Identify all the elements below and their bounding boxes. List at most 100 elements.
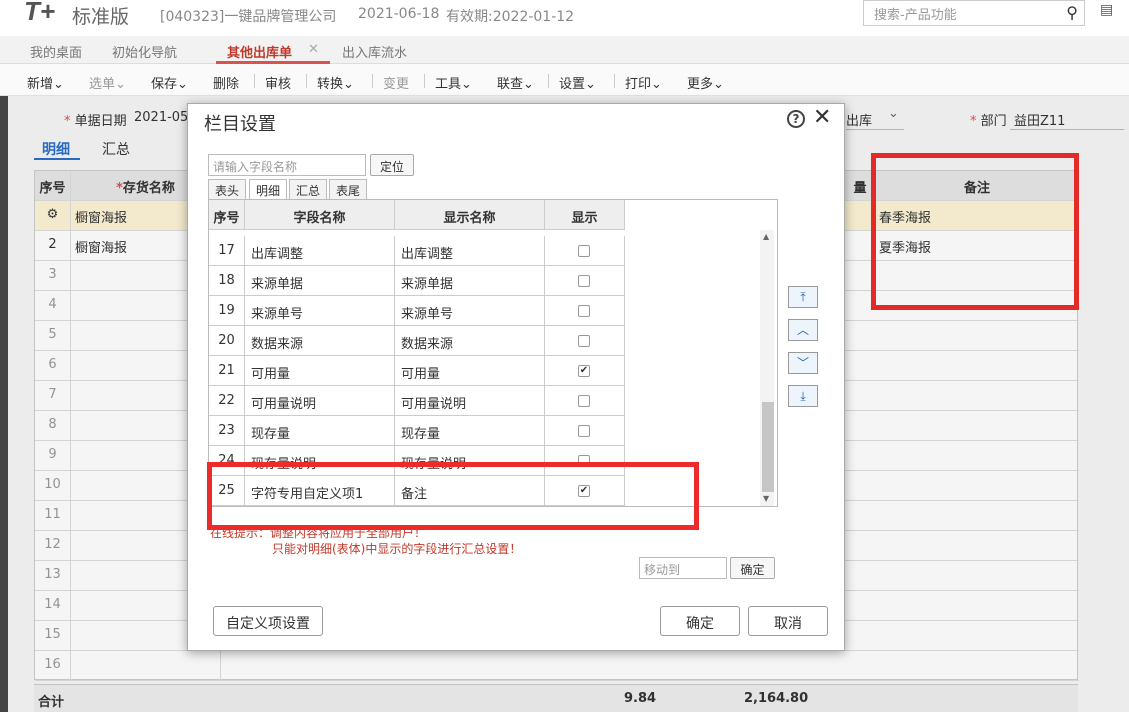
col-show: 显示 [545, 200, 625, 230]
row-field-name: 来源单号 [245, 296, 395, 326]
row-field-name: 来源单据 [245, 266, 395, 296]
row-seq: 18 [209, 266, 245, 296]
col-field-name: 字段名称 [245, 200, 395, 230]
field-table-scrollbar[interactable]: ▲ ▼ [760, 230, 774, 506]
tab-footer[interactable]: 表尾 [329, 179, 368, 199]
login-date: 2021-06-18 [358, 6, 440, 22]
change-button[interactable]: 变更 [383, 73, 409, 92]
field-row[interactable]: 23 现存量 现存量 [209, 416, 625, 446]
field-row[interactable]: 20 数据来源 数据来源 [209, 326, 625, 356]
row-field-name: 可用量 [245, 356, 395, 386]
new-button[interactable]: 新增⌄ [27, 73, 64, 92]
column-settings-dialog: 栏目设置 ? ✕ 请输入字段名称 定位 表头 明细 汇总 表尾 序号 字段名称 … [187, 103, 845, 651]
more-button[interactable]: 更多⌄ [687, 73, 724, 92]
highlight-box-row25 [207, 462, 699, 530]
row-show-cell [545, 386, 625, 416]
dialog-title: 栏目设置 [204, 114, 276, 135]
checkbox-unchecked[interactable] [578, 245, 590, 257]
row-display-name: 来源单号 [395, 296, 545, 326]
scrollbar-thumb[interactable] [762, 402, 774, 492]
checkbox-checked[interactable]: ✔ [578, 365, 590, 377]
close-icon[interactable]: ✕ [813, 105, 831, 130]
search-icon[interactable]: ⚲ [1066, 3, 1078, 22]
row-display-name: 出库调整 [395, 236, 545, 266]
checkbox-unchecked[interactable] [578, 305, 590, 317]
ok-button[interactable]: 确定 [660, 606, 740, 636]
field-table: 序号 字段名称 显示名称 显示 17 出库调整 出库调整 18 来源单据 来源单据 19 来源… [208, 199, 778, 507]
logo-text: 标准版 [72, 6, 130, 28]
tools-button[interactable]: 工具⌄ [435, 73, 472, 92]
left-edge [0, 96, 8, 712]
row-seq: 22 [209, 386, 245, 416]
move-to-confirm-button[interactable]: 确定 [730, 557, 775, 579]
toolbar: 新增⌄ 选单⌄ 保存⌄ 删除 审核 转换⌄ 变更 工具⌄ 联查⌄ 设置⌄ 打印⌄… [0, 64, 1129, 96]
tab-desktop[interactable]: 我的桌面 [30, 42, 82, 61]
checkbox-unchecked[interactable] [578, 275, 590, 287]
cancel-button[interactable]: 取消 [748, 606, 828, 636]
checkbox-unchecked[interactable] [578, 425, 590, 437]
field-row[interactable]: 18 来源单据 来源单据 [209, 266, 625, 296]
row-field-name: 可用量说明 [245, 386, 395, 416]
company-name: [040323]一键品牌管理公司 [160, 9, 337, 25]
row-show-cell: ✔ [545, 356, 625, 386]
tab-inout-flow[interactable]: 出入库流水 [342, 42, 407, 61]
locate-button[interactable]: 定位 [370, 154, 414, 176]
row-field-name: 数据来源 [245, 326, 395, 356]
search-box[interactable]: 搜索-产品功能 ⚲ [863, 0, 1085, 26]
search-placeholder: 搜索-产品功能 [874, 8, 957, 23]
select-doc-button[interactable]: 选单⌄ [89, 73, 126, 92]
logo: T+ [24, 0, 56, 26]
settings-button[interactable]: 设置⌄ [559, 73, 596, 92]
validity-date: 有效期:2022-01-12 [446, 9, 575, 25]
row-show-cell [545, 326, 625, 356]
move-down-icon[interactable]: ﹀ [788, 352, 818, 374]
field-row[interactable]: 21 可用量 可用量 ✔ [209, 356, 625, 386]
floppy-icon[interactable]: ▤ [1100, 2, 1113, 18]
row-display-name: 来源单据 [395, 266, 545, 296]
row-seq: 19 [209, 296, 245, 326]
row-field-name: 现存量 [245, 416, 395, 446]
convert-button[interactable]: 转换⌄ [317, 73, 354, 92]
move-to-input[interactable]: 移动到 [639, 557, 727, 579]
checkbox-unchecked[interactable] [578, 335, 590, 347]
close-icon[interactable]: ✕ [308, 42, 319, 57]
row-display-name: 可用量 [395, 356, 545, 386]
row-seq: 20 [209, 326, 245, 356]
hint-summary: 只能对明细(表体)中显示的字段进行汇总设置！ [272, 542, 522, 556]
audit-button[interactable]: 审核 [265, 73, 291, 92]
move-bottom-icon[interactable]: ⤓ [788, 385, 818, 407]
help-icon[interactable]: ? [787, 110, 805, 128]
row-display-name: 数据来源 [395, 326, 545, 356]
row-display-name: 可用量说明 [395, 386, 545, 416]
row-show-cell [545, 296, 625, 326]
row-show-cell [545, 416, 625, 446]
field-row[interactable]: 17 出库调整 出库调整 [209, 236, 625, 266]
row-display-name: 现存量 [395, 416, 545, 446]
field-row[interactable]: 19 来源单号 来源单号 [209, 296, 625, 326]
tab-header[interactable]: 表头 [208, 179, 247, 199]
move-up-icon[interactable]: ︿ [788, 319, 818, 341]
row-field-name: 出库调整 [245, 236, 395, 266]
field-search-input[interactable]: 请输入字段名称 [208, 154, 366, 176]
move-top-icon[interactable]: ⤒ [788, 286, 818, 308]
save-button[interactable]: 保存⌄ [151, 73, 188, 92]
tab-summary[interactable]: 汇总 [289, 179, 328, 199]
custom-fields-button[interactable]: 自定义项设置 [213, 606, 323, 636]
row-seq: 21 [209, 356, 245, 386]
row-seq: 23 [209, 416, 245, 446]
tab-init-nav[interactable]: 初始化导航 [112, 42, 177, 61]
col-display-name: 显示名称 [395, 200, 545, 230]
row-seq: 17 [209, 236, 245, 266]
tab-bar: 我的桌面 初始化导航 其他出库单 ✕ 出入库流水 [0, 36, 1129, 64]
print-button[interactable]: 打印⌄ [625, 73, 662, 92]
col-seq: 序号 [209, 200, 245, 230]
checkbox-unchecked[interactable] [578, 395, 590, 407]
row-show-cell [545, 236, 625, 266]
tab-other-outbound[interactable]: 其他出库单 [227, 42, 292, 61]
field-table-header: 序号 字段名称 显示名称 显示 [209, 200, 625, 230]
field-row[interactable]: 22 可用量说明 可用量说明 [209, 386, 625, 416]
query-button[interactable]: 联查⌄ [497, 73, 534, 92]
row-show-cell [545, 266, 625, 296]
tab-detail[interactable]: 明细 [249, 179, 288, 199]
delete-button[interactable]: 删除 [213, 73, 239, 92]
